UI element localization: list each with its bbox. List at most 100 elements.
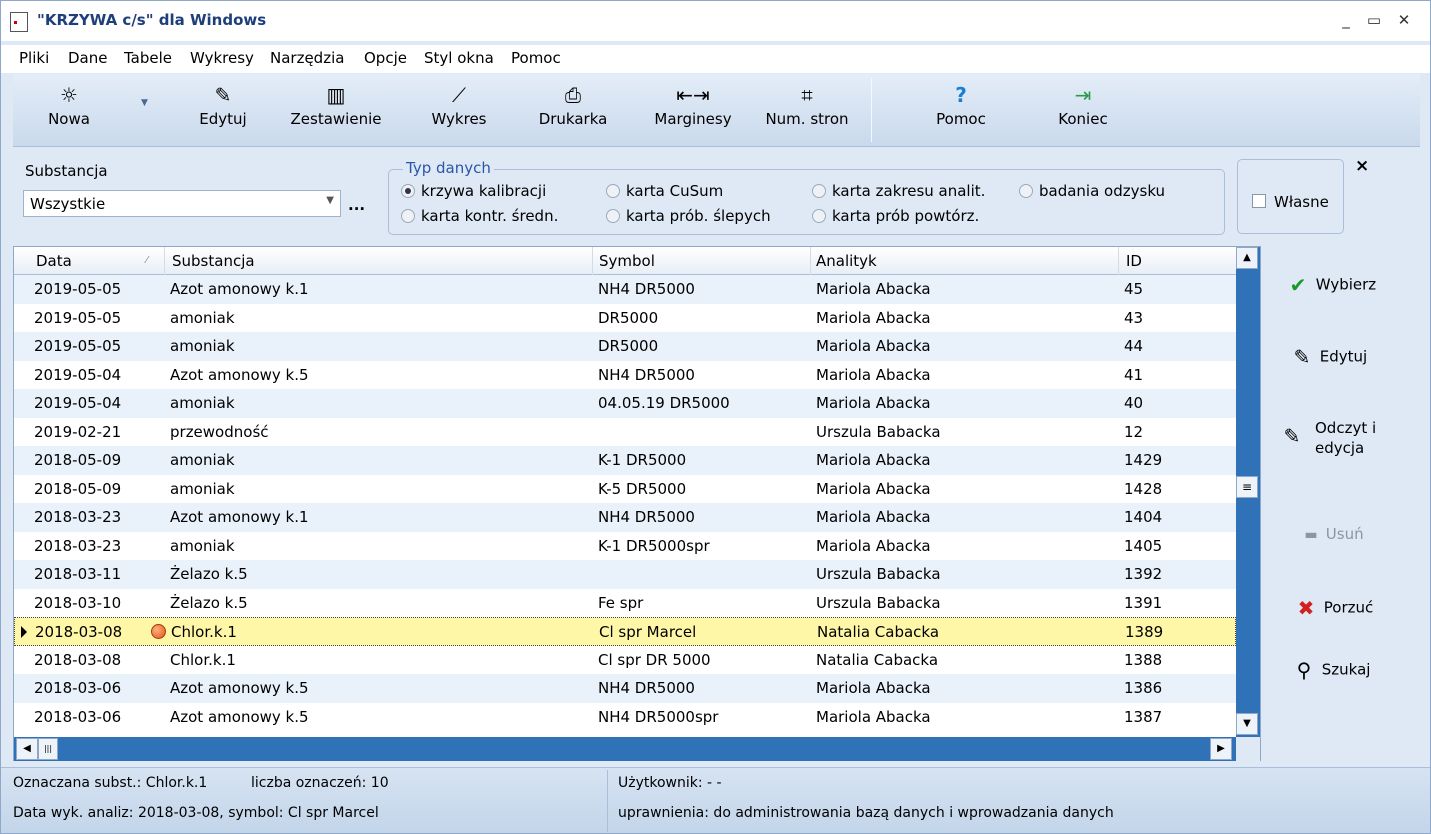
- menu-wykresy[interactable]: Wykresy: [190, 49, 254, 67]
- nowa-button[interactable]: ☼ Nowa: [39, 80, 99, 140]
- row-indicator-icon: [21, 626, 27, 638]
- printer-icon: ⎙: [565, 83, 581, 107]
- scroll-thumb-grip-icon[interactable]: ≡: [1236, 476, 1258, 498]
- table-row[interactable]: 2018-03-08 Chlor.k.1 Cl spr DR 5000 Natalia…: [14, 646, 1236, 675]
- chevron-down-icon[interactable]: ▼: [326, 195, 334, 206]
- cell-substancja: amoniak: [170, 394, 235, 412]
- wybierz-button[interactable]: ✔ Wybierz: [1285, 273, 1377, 297]
- drukarka-button[interactable]: ⎙ Drukarka: [531, 80, 615, 140]
- usun-button[interactable]: ▬ Usuń: [1301, 525, 1363, 543]
- col-header-symbol[interactable]: Symbol: [599, 252, 655, 270]
- col-header-analityk[interactable]: Analityk: [816, 252, 877, 270]
- table-row[interactable]: 2019-05-05 amoniak DR5000 Mariola Abacka 44: [14, 332, 1236, 361]
- radio-karta-prob-powtorz[interactable]: karta prób powtórz.: [812, 207, 979, 225]
- menu-pomoc[interactable]: Pomoc: [511, 49, 561, 67]
- edytuj-side-button[interactable]: ✎ Edytuj: [1289, 345, 1368, 369]
- menu-styl-okna[interactable]: Styl okna: [424, 49, 494, 67]
- radio-krzywa-kalibracji[interactable]: krzywa kalibracji: [401, 182, 546, 200]
- scroll-hthumb-grip-icon[interactable]: |||: [38, 738, 58, 760]
- column-divider: [164, 247, 165, 275]
- exit-icon: ⇥: [1074, 83, 1092, 107]
- drukarka-label: Drukarka: [538, 110, 608, 128]
- col-header-data[interactable]: Data: [36, 252, 72, 270]
- cell-substancja: amoniak: [170, 536, 235, 555]
- scroll-down-icon[interactable]: ▼: [1236, 713, 1258, 735]
- table-row[interactable]: 2018-03-11 Żelazo k.5 Urszula Babacka 1392: [14, 560, 1236, 589]
- app-icon: [10, 12, 28, 32]
- radio-label: karta prób powtórz.: [832, 207, 980, 225]
- table-row[interactable]: 2018-03-06 Azot amonowy k.5 NH4 DR5000 Mari…: [14, 674, 1236, 703]
- table-row[interactable]: 2019-05-04 Azot amonowy k.5 NH4 DR5000 Mari…: [14, 361, 1236, 390]
- substancja-combo[interactable]: Wszystkie ▼: [23, 190, 341, 217]
- table-row-selected[interactable]: 2018-03-08 Chlor.k.1 Cl spr Marcel Natalia …: [14, 617, 1236, 646]
- marginesy-button[interactable]: ⇤⇥ Marginesy: [643, 80, 743, 140]
- margins-icon: ⇤⇥: [676, 83, 710, 107]
- table-row[interactable]: 2018-03-06 Azot amonowy k.5 NH4 DR5000spr M…: [14, 703, 1236, 732]
- menu-pliki[interactable]: Pliki: [19, 49, 49, 67]
- scroll-up-icon[interactable]: ▲: [1236, 247, 1258, 269]
- koniec-button[interactable]: ⇥ Koniec: [1043, 80, 1123, 140]
- cell-analityk: Mariola Abacka: [816, 365, 931, 384]
- marginesy-label: Marginesy: [654, 110, 732, 128]
- scroll-right-icon[interactable]: ▶: [1210, 738, 1232, 760]
- wykres-button[interactable]: ⟋ Wykres: [417, 80, 501, 140]
- nowa-label: Nowa: [48, 110, 90, 128]
- table-row[interactable]: 2018-05-09 amoniak K-5 DR5000 Mariola Aback…: [14, 475, 1236, 504]
- cell-analityk: Natalia Cabacka: [817, 623, 940, 641]
- radio-selected-icon: [401, 184, 415, 198]
- edytuj-button[interactable]: ✎ Edytuj: [191, 80, 255, 140]
- new-icon: ☼: [60, 83, 78, 107]
- status-uprawnienia: uprawnienia: do administrowania bazą dan…: [618, 805, 1114, 821]
- num-stron-label: Num. stron: [765, 110, 849, 128]
- table-row[interactable]: 2019-05-05 Azot amonowy k.1 NH4 DR5000 Mari…: [14, 275, 1236, 304]
- table-row[interactable]: 2018-03-10 Żelazo k.5 Fe spr Urszula Baback…: [14, 589, 1236, 618]
- radio-icon: [812, 184, 826, 198]
- szukaj-button[interactable]: ⚲ Szukaj: [1291, 658, 1371, 682]
- close-filter-icon[interactable]: ×: [1355, 156, 1369, 176]
- scroll-left-icon[interactable]: ◀: [16, 738, 38, 760]
- cell-analityk: Mariola Abacka: [816, 479, 931, 498]
- cell-symbol: NH4 DR5000spr: [598, 707, 719, 726]
- nowa-dropdown-icon[interactable]: ▼: [141, 98, 148, 108]
- vertical-scrollbar[interactable]: ▲ ≡ ▼: [1236, 247, 1260, 737]
- num-stron-button[interactable]: ⌗ Num. stron: [757, 80, 857, 140]
- radio-karta-prob-slepych[interactable]: karta prób. ślepych: [606, 207, 771, 225]
- cell-substancja: Chlor.k.1: [171, 623, 237, 641]
- col-header-substancja[interactable]: Substancja: [172, 252, 255, 270]
- pomoc-button[interactable]: ? Pomoc: [923, 80, 999, 140]
- horizontal-scrollbar[interactable]: ◀ ||| ▶: [14, 737, 1236, 761]
- wlasne-checkbox[interactable]: [1252, 194, 1266, 208]
- zestawienie-button[interactable]: ▥ Zestawienie: [281, 80, 391, 140]
- substancja-more-button[interactable]: ...: [348, 196, 365, 214]
- cell-substancja: amoniak: [170, 451, 235, 469]
- status-bar: Oznaczana subst.: Chlor.k.1 liczba oznac…: [1, 767, 1430, 833]
- porzuc-button[interactable]: ✖ Porzuć: [1293, 596, 1374, 620]
- maximize-button[interactable]: ▭: [1363, 11, 1385, 29]
- menu-tabele[interactable]: Tabele: [124, 49, 172, 67]
- cell-data: 2018-03-23: [34, 508, 122, 526]
- cell-substancja: Azot amonowy k.1: [170, 280, 309, 298]
- table-row[interactable]: 2019-05-05 amoniak DR5000 Mariola Abacka 43: [14, 304, 1236, 333]
- table-row[interactable]: 2018-03-23 amoniak K-1 DR5000spr Mariola Ab…: [14, 532, 1236, 561]
- cell-data: 2019-02-21: [34, 422, 122, 441]
- radio-karta-kontr-sredn[interactable]: karta kontr. średn.: [401, 207, 558, 225]
- table-row[interactable]: 2018-03-23 Azot amonowy k.1 NH4 DR5000 Mari…: [14, 503, 1236, 532]
- radio-badania-odzysku[interactable]: badania odzysku: [1019, 182, 1165, 200]
- table-row[interactable]: 2018-05-09 amoniak K-1 DR5000 Mariola Aback…: [14, 446, 1236, 475]
- radio-karta-zakresu[interactable]: karta zakresu analit.: [812, 182, 985, 200]
- cell-analityk: Mariola Abacka: [816, 508, 931, 526]
- filter-panel: Substancja Wszystkie ▼ ... Typ danych kr…: [13, 148, 1420, 240]
- menu-opcje[interactable]: Opcje: [364, 49, 407, 67]
- cell-id: 1405: [1124, 536, 1163, 555]
- close-window-button[interactable]: ✕: [1393, 11, 1415, 29]
- menu-narzedzia[interactable]: Narzędzia: [270, 49, 344, 67]
- col-header-id[interactable]: ID: [1126, 252, 1142, 270]
- cell-data: 2019-05-04: [34, 394, 122, 412]
- table-row[interactable]: 2019-05-04 amoniak 04.05.19 DR5000 Mariola …: [14, 389, 1236, 418]
- minimize-button[interactable]: _: [1335, 11, 1357, 29]
- table-row[interactable]: 2019-02-21 przewodność Urszula Babacka 12: [14, 418, 1236, 447]
- cell-symbol: Cl spr DR 5000: [598, 650, 711, 669]
- menu-dane[interactable]: Dane: [68, 49, 107, 67]
- cell-id: 40: [1124, 394, 1144, 412]
- radio-karta-cusum[interactable]: karta CuSum: [606, 182, 723, 200]
